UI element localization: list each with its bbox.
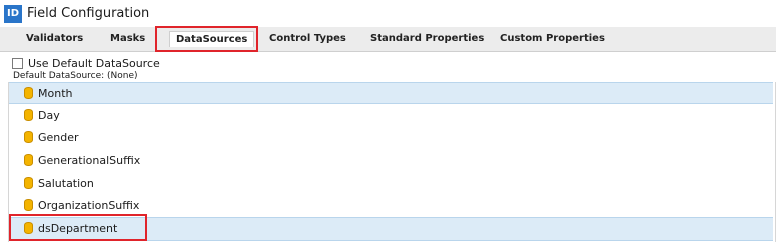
database-icon xyxy=(24,199,33,211)
checkbox-box[interactable] xyxy=(12,57,23,69)
title-bar: ID Field Configuration xyxy=(0,0,776,27)
list-item-label: OrganizationSuffix xyxy=(38,199,140,212)
database-icon xyxy=(24,87,33,99)
app-id-icon: ID xyxy=(4,5,22,23)
list-item-generationalsuffix[interactable]: GenerationalSuffix xyxy=(9,150,773,172)
list-item-day[interactable]: Day xyxy=(9,105,773,127)
default-datasource-text: Default DataSource: (None) xyxy=(13,71,138,81)
list-item-label: Month xyxy=(38,87,73,100)
list-item-month[interactable]: Month xyxy=(9,82,773,104)
database-icon xyxy=(24,222,33,234)
database-icon xyxy=(24,131,33,143)
use-default-datasource-label: Use Default DataSource xyxy=(28,56,160,70)
use-default-datasource-checkbox[interactable]: Use Default DataSource xyxy=(12,56,160,70)
list-item-dsdepartment[interactable]: dsDepartment xyxy=(9,217,773,241)
database-icon xyxy=(24,154,33,166)
window-title: Field Configuration xyxy=(27,6,150,21)
tab-standard-properties[interactable]: Standard Properties xyxy=(370,33,484,44)
database-icon xyxy=(24,109,33,121)
list-item-label: Day xyxy=(38,109,60,122)
list-item-salutation[interactable]: Salutation xyxy=(9,173,773,195)
list-item-label: Salutation xyxy=(38,177,94,190)
tab-custom-properties[interactable]: Custom Properties xyxy=(500,33,605,44)
list-item-gender[interactable]: Gender xyxy=(9,127,773,149)
tab-control-types[interactable]: Control Types xyxy=(269,33,346,44)
tab-strip: Validators Masks DataSources Control Typ… xyxy=(0,27,776,52)
datasources-panel: Use Default DataSource Default DataSourc… xyxy=(0,52,776,243)
tab-validators[interactable]: Validators xyxy=(26,33,83,44)
tab-masks[interactable]: Masks xyxy=(110,33,145,44)
list-item-label: Gender xyxy=(38,131,79,144)
datasource-list: Month Day Gender GenerationalSuffix Salu… xyxy=(8,82,776,242)
list-item-label: dsDepartment xyxy=(38,222,118,235)
list-item-organizationsuffix[interactable]: OrganizationSuffix xyxy=(9,195,773,217)
database-icon xyxy=(24,177,33,189)
tab-datasources[interactable]: DataSources xyxy=(169,31,255,47)
list-item-label: GenerationalSuffix xyxy=(38,154,141,167)
